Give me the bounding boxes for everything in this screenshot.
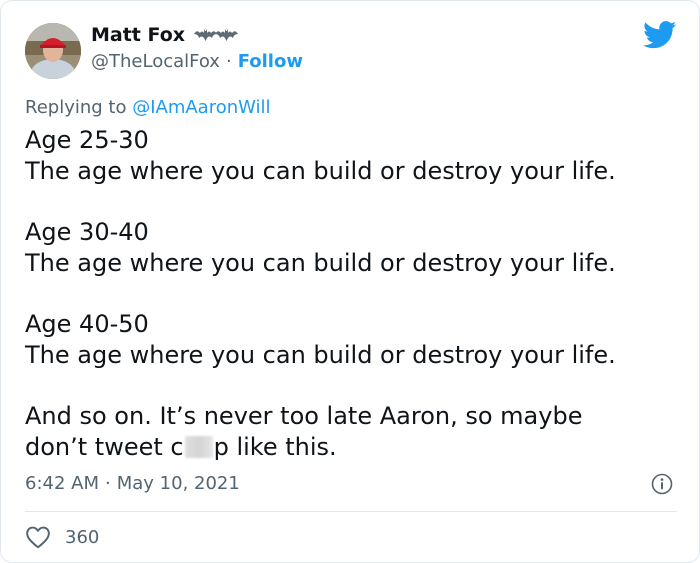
like-count: 360: [65, 526, 100, 548]
author-display-name[interactable]: Matt Fox: [91, 24, 185, 46]
tweet-timestamp[interactable]: 6:42 AM · May 10, 2021: [25, 473, 240, 494]
tweet-line: Age 40-50: [25, 310, 149, 338]
tweet-card: Matt Fox @TheLocalFox · Follow Replying …: [0, 0, 700, 563]
tweet-text: Age 25-30 The age where you can build or…: [25, 125, 675, 462]
tweet-line-censored: don’t tweet c p like this.: [25, 432, 675, 463]
avatar[interactable]: [25, 23, 81, 79]
author-handle-row: @TheLocalFox · Follow: [91, 51, 303, 72]
follow-button[interactable]: Follow: [238, 51, 303, 72]
author-name-row: Matt Fox: [91, 23, 239, 47]
tweet-line: And so on. It’s never too late Aaron, so…: [25, 402, 583, 430]
separator-dot: ·: [225, 51, 232, 72]
separator-dot: ·: [105, 473, 111, 494]
author-handle[interactable]: @TheLocalFox: [91, 51, 220, 72]
divider: [25, 511, 677, 512]
replying-to: Replying to @IAmAaronWill: [25, 97, 271, 118]
reply-mention-link[interactable]: @IAmAaronWill: [132, 97, 270, 118]
tweet-date: May 10, 2021: [116, 473, 240, 494]
tweet-line: Age 25-30: [25, 126, 149, 154]
tweet-line: Age 30-40: [25, 218, 149, 246]
tweet-line: The age where you can build or destroy y…: [25, 156, 616, 185]
tweet-time: 6:42 AM: [25, 473, 99, 494]
replying-prefix: Replying to: [25, 97, 133, 118]
bat-emoji-icon: [193, 25, 239, 45]
like-action[interactable]: 360: [25, 525, 99, 549]
tweet-line-part: p like this.: [213, 432, 337, 461]
heart-icon[interactable]: [25, 525, 51, 549]
tweet-line: The age where you can build or destroy y…: [25, 248, 616, 277]
twitter-bird-icon[interactable]: [643, 21, 677, 49]
censor-blur: [184, 435, 213, 458]
tweet-line: The age where you can build or destroy y…: [25, 340, 616, 369]
tweet-line-part: don’t tweet c: [25, 432, 184, 461]
info-icon[interactable]: [651, 473, 673, 495]
